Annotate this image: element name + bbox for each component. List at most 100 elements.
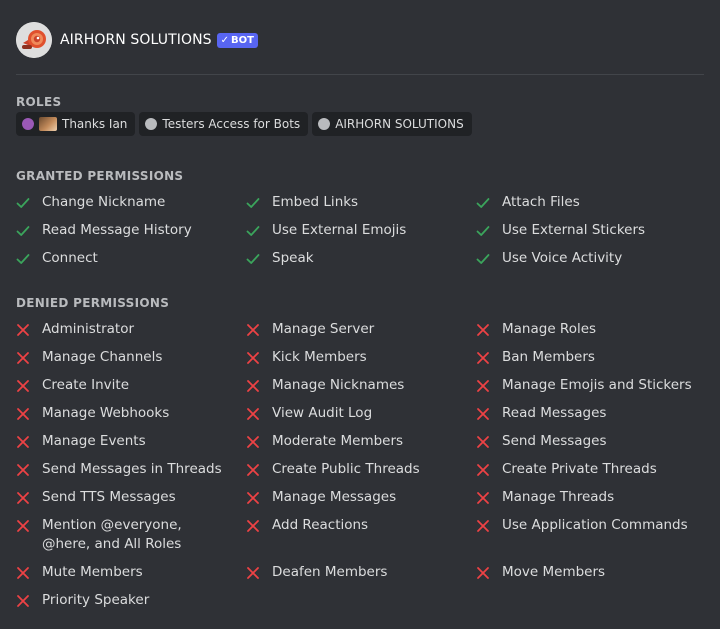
permission-label: Manage Channels xyxy=(42,349,163,365)
x-icon xyxy=(16,376,34,395)
permission-label: Read Message History xyxy=(42,222,192,238)
x-icon xyxy=(476,460,494,479)
permission-item: Administrator xyxy=(16,320,246,348)
role-color-dot xyxy=(145,118,158,130)
permission-label: Send TTS Messages xyxy=(42,489,176,505)
permission-label: Manage Server xyxy=(272,321,375,337)
x-icon xyxy=(246,376,264,395)
x-icon xyxy=(16,404,34,423)
bot-badge-label: BOT xyxy=(231,34,254,46)
permission-label: Move Members xyxy=(502,564,606,580)
x-icon xyxy=(16,460,34,479)
role-color-dot xyxy=(22,118,34,130)
verified-check-icon: ✓ xyxy=(220,34,230,46)
permission-item: Manage Threads xyxy=(476,488,706,516)
permission-item: Use Voice Activity xyxy=(476,249,706,277)
permission-item: Manage Webhooks xyxy=(16,404,246,432)
permission-label: Mention @everyone, @here, and All Roles xyxy=(42,517,182,552)
permission-label: Moderate Members xyxy=(272,433,404,449)
x-icon xyxy=(16,320,34,339)
permission-item: View Audit Log xyxy=(246,404,476,432)
permission-item: Use External Emojis xyxy=(246,221,476,249)
permission-label: Priority Speaker xyxy=(42,592,150,608)
x-icon xyxy=(476,488,494,507)
check-icon xyxy=(476,221,494,240)
permission-item: Attach Files xyxy=(476,193,706,221)
airhorn-avatar-icon xyxy=(16,22,52,58)
permission-label: Send Messages in Threads xyxy=(42,461,222,477)
x-icon xyxy=(16,563,34,582)
permission-label: Create Public Threads xyxy=(272,461,420,477)
permission-label: Use Application Commands xyxy=(502,517,688,533)
roles-list: Thanks Ian Testers Access for Bots AIRHORN… xyxy=(16,112,472,136)
check-icon xyxy=(476,193,494,212)
permission-item: Ban Members xyxy=(476,348,706,376)
permission-item: Send TTS Messages xyxy=(16,488,246,516)
permission-item: Read Message History xyxy=(16,221,246,249)
bot-badge: ✓ BOT xyxy=(216,32,258,48)
permission-label: Manage Webhooks xyxy=(42,405,170,421)
permission-label: Manage Events xyxy=(42,433,146,449)
permission-item: Use External Stickers xyxy=(476,221,706,249)
x-icon xyxy=(476,348,494,367)
permission-item: Read Messages xyxy=(476,404,706,432)
permission-label: Add Reactions xyxy=(272,517,369,533)
permission-item: Create Public Threads xyxy=(246,460,476,488)
x-icon xyxy=(16,432,34,451)
x-icon xyxy=(246,516,264,535)
permission-label: Send Messages xyxy=(502,433,607,449)
permission-item: Create Private Threads xyxy=(476,460,706,488)
x-icon xyxy=(476,376,494,395)
x-icon xyxy=(16,348,34,367)
role-label: Testers Access for Bots xyxy=(162,117,301,131)
permission-item: Mute Members xyxy=(16,563,246,591)
roles-title: ROLES xyxy=(16,95,62,109)
check-icon xyxy=(16,221,34,240)
role-label: AIRHORN SOLUTIONS xyxy=(335,117,464,131)
role-chip[interactable]: Testers Access for Bots xyxy=(139,112,309,136)
role-chip[interactable]: Thanks Ian xyxy=(16,112,136,136)
permission-label: Use External Stickers xyxy=(502,222,646,238)
permission-item: Manage Server xyxy=(246,320,476,348)
permission-item: Add Reactions xyxy=(246,516,476,563)
permission-label: Read Messages xyxy=(502,405,607,421)
x-icon xyxy=(246,320,264,339)
permission-item: Create Invite xyxy=(16,376,246,404)
permission-item: Manage Nicknames xyxy=(246,376,476,404)
x-icon xyxy=(246,404,264,423)
role-label: Thanks Ian xyxy=(62,117,128,131)
permission-item: Send Messages xyxy=(476,432,706,460)
permission-item: Embed Links xyxy=(246,193,476,221)
x-icon xyxy=(16,591,34,610)
x-icon xyxy=(16,516,34,535)
permission-item: Priority Speaker xyxy=(16,591,246,619)
permission-item: Manage Events xyxy=(16,432,246,460)
permission-label: Create Private Threads xyxy=(502,461,657,477)
x-icon xyxy=(246,460,264,479)
x-icon xyxy=(246,348,264,367)
permission-label: Create Invite xyxy=(42,377,130,393)
x-icon xyxy=(246,563,264,582)
header-divider xyxy=(16,74,704,75)
permission-label: Mute Members xyxy=(42,564,143,580)
role-chip[interactable]: AIRHORN SOLUTIONS xyxy=(312,112,472,136)
x-icon xyxy=(246,488,264,507)
permission-item: Speak xyxy=(246,249,476,277)
permission-label: Attach Files xyxy=(502,194,580,210)
permission-label: Administrator xyxy=(42,321,135,337)
x-icon xyxy=(476,516,494,535)
check-icon xyxy=(246,193,264,212)
x-icon xyxy=(246,432,264,451)
x-icon xyxy=(476,563,494,582)
permission-item: Manage Messages xyxy=(246,488,476,516)
permission-item: Send Messages in Threads xyxy=(16,460,246,488)
role-emoji-icon xyxy=(39,117,57,131)
permission-item: Mention @everyone, @here, and All Roles xyxy=(16,516,246,563)
bot-permissions-panel: AIRHORN SOLUTIONS ✓ BOT ROLES Thanks Ian T… xyxy=(0,0,720,629)
permission-label: Deafen Members xyxy=(272,564,388,580)
permission-item: Deafen Members xyxy=(246,563,476,591)
x-icon xyxy=(476,320,494,339)
bot-name: AIRHORN SOLUTIONS xyxy=(60,32,212,48)
permission-item: Connect xyxy=(16,249,246,277)
permission-label: Manage Threads xyxy=(502,489,615,505)
